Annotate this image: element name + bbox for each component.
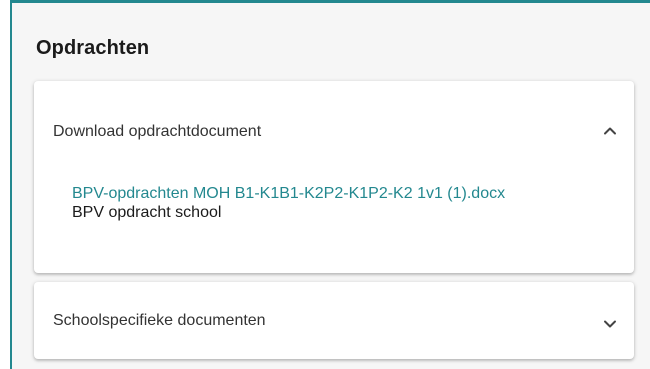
panel-label: Download opdrachtdocument bbox=[53, 123, 262, 140]
section-title: Opdrachten bbox=[36, 37, 150, 59]
panel-body: BPV-opdrachten MOH B1-K1B1-K2P2-K1P2-K2 … bbox=[72, 184, 614, 222]
document-description: BPV opdracht school bbox=[72, 204, 222, 221]
download-document-panel: Download opdrachtdocument BPV-opdrachten… bbox=[34, 81, 634, 273]
document-link[interactable]: BPV-opdrachten MOH B1-K1B1-K2P2-K1P2-K2 … bbox=[72, 184, 614, 203]
download-document-panel-header[interactable]: Download opdrachtdocument bbox=[34, 81, 634, 181]
school-specific-documents-panel-header[interactable]: Schoolspecifieke documenten bbox=[34, 282, 634, 359]
panel-label: Schoolspecifieke documenten bbox=[53, 312, 266, 329]
chevron-up-icon[interactable] bbox=[600, 121, 620, 141]
chevron-down-icon[interactable] bbox=[600, 314, 620, 334]
school-specific-documents-panel: Schoolspecifieke documenten bbox=[34, 282, 634, 359]
assignments-section: Opdrachten Download opdrachtdocument BPV… bbox=[10, 0, 650, 369]
